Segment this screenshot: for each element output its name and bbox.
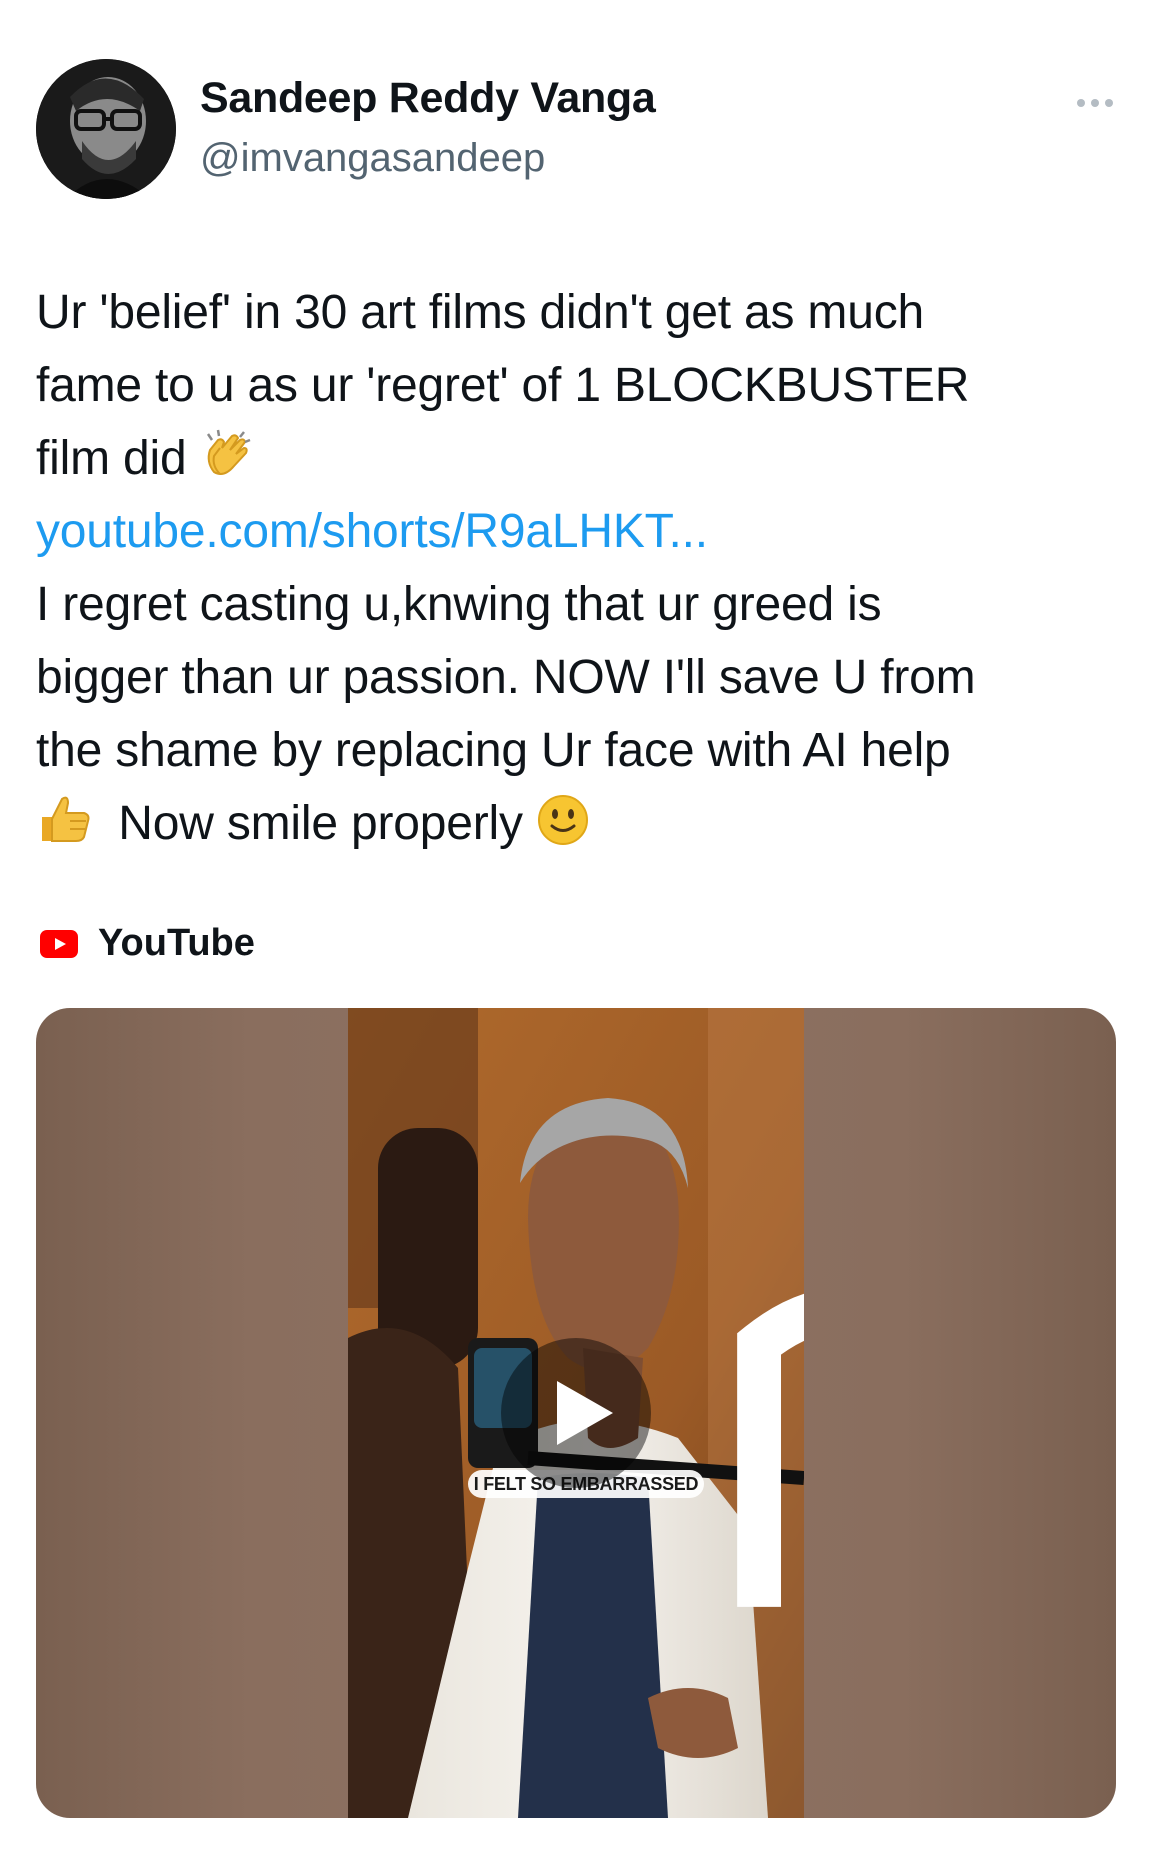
tweet-line: film did (36, 422, 1126, 495)
tweet-line: Ur 'belief' in 30 art films didn't get a… (36, 286, 925, 339)
slightly-smiling-face-emoji-icon (536, 793, 590, 868)
clapping-hands-emoji-icon (200, 428, 254, 503)
channel-watermark-logo (737, 1293, 804, 1607)
youtube-shorts-link[interactable]: youtube.com/shorts/R9aLHKT... (36, 495, 1126, 568)
tweet-line-text: Now smile properly (118, 797, 523, 850)
tweet-view: Sandeep Reddy Vanga @imvangasandeep Ur '… (0, 0, 1170, 1864)
tweet-line: the shame by replacing Ur face with AI h… (36, 724, 951, 777)
more-dot-icon (1077, 99, 1085, 107)
author-display-name[interactable]: Sandeep Reddy Vanga (200, 74, 656, 123)
tweet-line: fame to u as ur 'regret' of 1 BLOCKBUSTE… (36, 359, 970, 412)
tweet-line: I regret casting u,knwing that ur greed … (36, 578, 882, 631)
author-handle[interactable]: @imvangasandeep (200, 136, 545, 181)
more-dot-icon (1091, 99, 1099, 107)
youtube-logo-icon (40, 929, 78, 958)
play-button[interactable] (501, 1338, 651, 1488)
play-icon (557, 1381, 613, 1445)
more-options-button[interactable] (1065, 86, 1125, 120)
avatar-portrait-image (36, 59, 176, 199)
more-dot-icon (1105, 99, 1113, 107)
tweet-text: Ur 'belief' in 30 art films didn't get a… (36, 276, 1126, 860)
video-card[interactable]: I FELT SO EMBARRASSED (36, 1008, 1116, 1818)
author-avatar[interactable] (36, 59, 176, 199)
tweet-line: bigger than ur passion. NOW I'll save U … (36, 651, 976, 704)
tweet-line-text: film did (36, 432, 187, 485)
card-source-label: YouTube (98, 922, 255, 964)
tweet-line: Now smile properly (36, 787, 1126, 860)
thumbs-up-emoji-icon (36, 791, 92, 868)
card-source[interactable]: YouTube (40, 922, 255, 965)
